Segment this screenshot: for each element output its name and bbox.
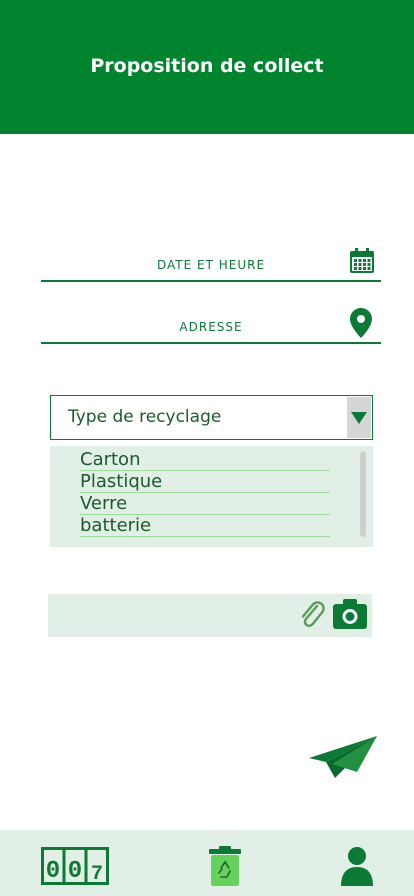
bottom-navigation: 0 0 7 bbox=[0, 830, 414, 896]
screen: Proposition de collect DATE ET HEURE ADR… bbox=[0, 0, 414, 896]
option-carton[interactable]: Carton bbox=[80, 449, 330, 471]
recycle-options-list: Carton Plastique Verre batterie bbox=[50, 446, 373, 547]
attachment-bar bbox=[48, 594, 372, 637]
location-pin-icon[interactable] bbox=[350, 308, 372, 338]
date-time-field[interactable]: DATE ET HEURE bbox=[41, 248, 381, 282]
address-label: ADRESSE bbox=[179, 320, 243, 334]
options-scrollbar[interactable] bbox=[360, 451, 366, 537]
counter-digit-3: 7 bbox=[91, 863, 103, 885]
user-icon[interactable] bbox=[341, 846, 373, 886]
counter-digit-1: 0 bbox=[46, 858, 60, 885]
address-field[interactable]: ADRESSE bbox=[41, 308, 381, 344]
recycle-bin-icon[interactable] bbox=[209, 846, 241, 886]
paper-plane-icon bbox=[309, 736, 377, 778]
recycle-type-select[interactable]: Type de recyclage bbox=[50, 395, 373, 440]
send-button[interactable] bbox=[309, 736, 377, 778]
option-verre[interactable]: Verre bbox=[80, 493, 330, 515]
paperclip-icon[interactable] bbox=[298, 599, 326, 631]
dropdown-toggle[interactable] bbox=[347, 397, 371, 438]
date-time-label: DATE ET HEURE bbox=[156, 258, 266, 272]
camera-icon[interactable] bbox=[333, 599, 367, 629]
calendar-icon[interactable] bbox=[349, 248, 375, 274]
triangle-down-icon bbox=[351, 411, 367, 424]
option-plastique[interactable]: Plastique bbox=[80, 471, 330, 493]
counter-icon[interactable]: 0 0 7 bbox=[41, 847, 109, 885]
page-title: Proposition de collect bbox=[90, 55, 324, 77]
option-batterie[interactable]: batterie bbox=[80, 515, 330, 537]
recycle-type-selected: Type de recyclage bbox=[68, 407, 222, 427]
header-bar: Proposition de collect bbox=[0, 0, 414, 134]
counter-digit-2: 0 bbox=[68, 858, 82, 885]
